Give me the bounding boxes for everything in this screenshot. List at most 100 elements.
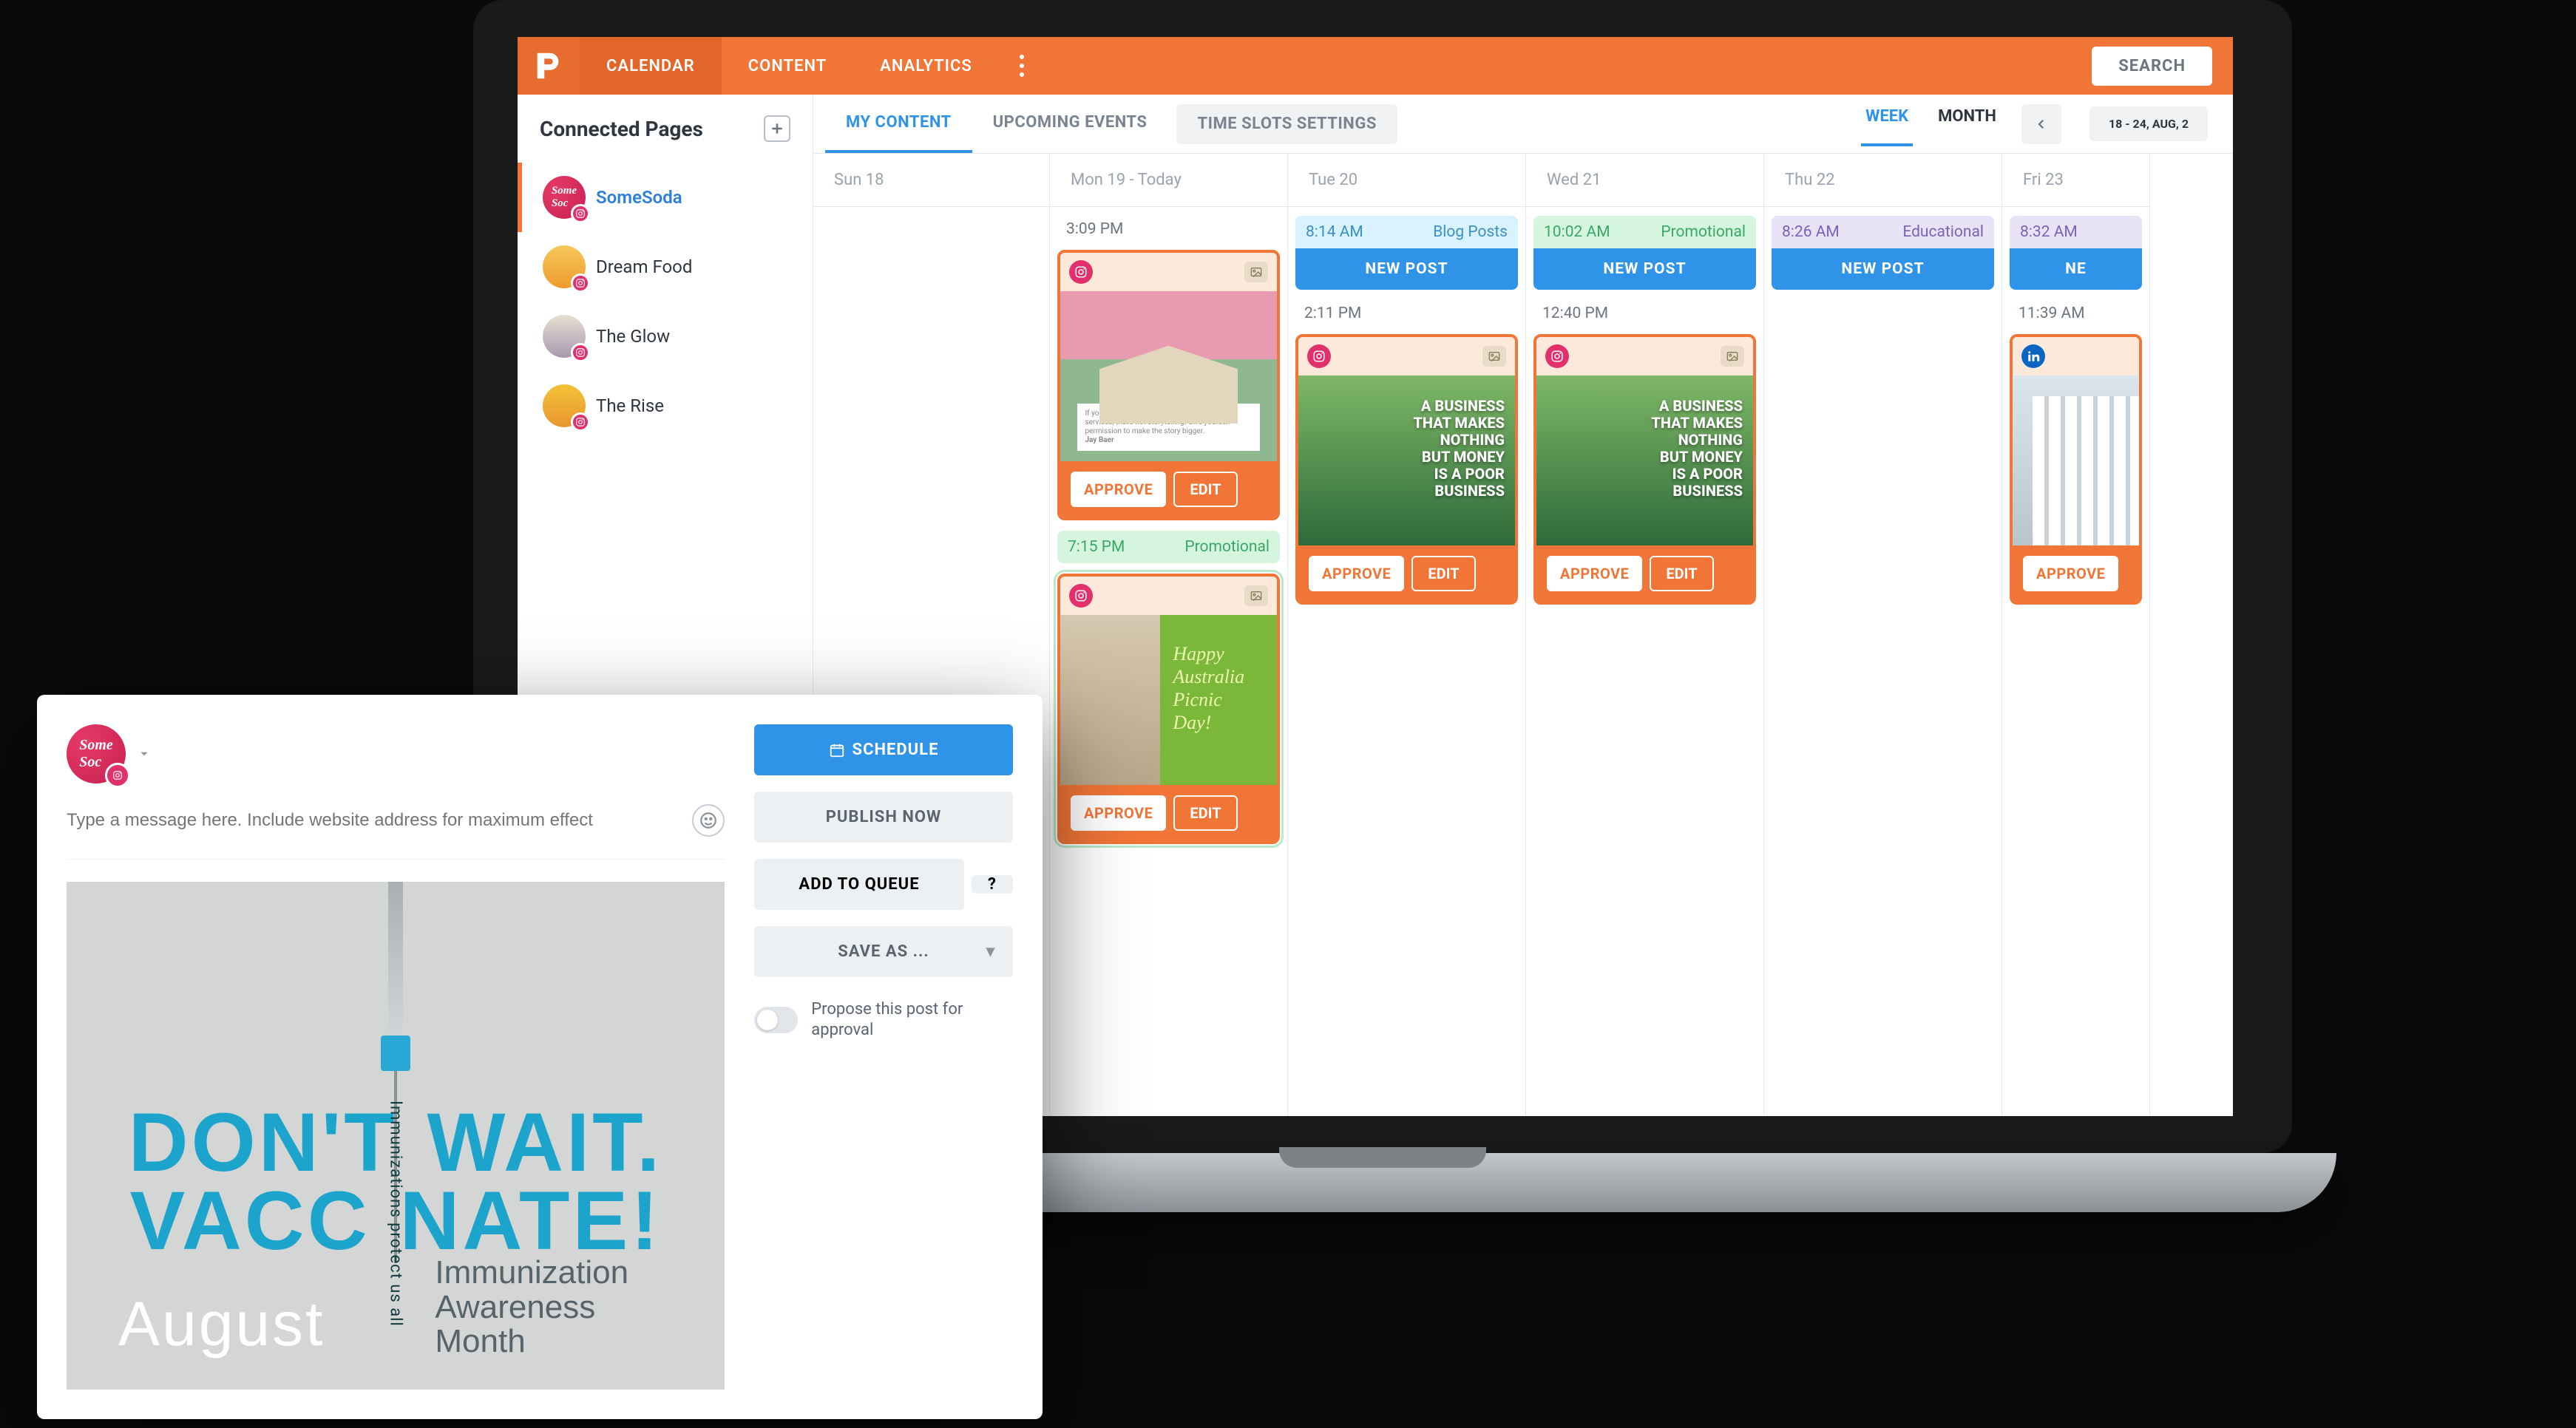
prev-week-button[interactable] <box>2021 104 2061 144</box>
post-time: 12:40 PM <box>1533 300 1756 324</box>
sidebar-page-dreamfood[interactable]: Dream Food <box>518 232 813 302</box>
nav-more-icon[interactable] <box>999 37 1045 95</box>
publish-now-button[interactable]: PUBLISH NOW <box>754 792 1013 843</box>
instagram-icon <box>1069 584 1093 608</box>
sidebar-page-theglow[interactable]: The Glow <box>518 302 813 371</box>
post-image: If your stories are all about your produ… <box>1060 291 1277 461</box>
compose-popup: SomeSoc DON'TWAIT. VACCNATE! Immunizatio… <box>37 695 1043 1419</box>
slot-category: Blog Posts <box>1433 223 1508 241</box>
app-logo[interactable] <box>518 37 580 95</box>
image-icon <box>1244 585 1268 606</box>
sidebar-title: Connected Pages <box>540 117 703 141</box>
slot-category: Promotional <box>1184 538 1270 556</box>
schedule-button[interactable]: SCHEDULE <box>754 724 1013 775</box>
post-caption: If your stories are all about your produ… <box>1085 409 1233 435</box>
sidebar-page-somesoda[interactable]: SomeSoc SomeSoda <box>518 163 813 232</box>
compose-preview-image[interactable]: DON'TWAIT. VACCNATE! Immunizations prote… <box>67 882 725 1390</box>
post-image: Happy Australia Picnic Day! <box>1060 615 1277 785</box>
post-author: Jay Baer <box>1085 436 1114 444</box>
edit-button[interactable]: EDIT <box>1173 795 1237 831</box>
day-header-wed: Wed 21 <box>1526 154 1763 207</box>
range-month[interactable]: MONTH <box>1933 101 2001 146</box>
post-card[interactable]: Happy Australia Picnic Day! APPROVE <box>1057 574 1280 844</box>
nav-content[interactable]: CONTENT <box>722 37 854 95</box>
image-icon <box>1721 346 1744 367</box>
post-image <box>2013 375 2139 545</box>
date-range-label[interactable]: 18 - 24, AUG, 2 <box>2089 106 2208 141</box>
linkedin-icon <box>2021 344 2045 368</box>
new-post-button[interactable]: NEW POST <box>1533 248 1756 290</box>
instagram-icon <box>1069 260 1093 284</box>
avatar[interactable]: SomeSoc <box>67 724 126 783</box>
top-nav: CALENDAR CONTENT ANALYTICS SEARCH <box>518 37 2233 95</box>
post-image: A BUSINESS THAT MAKES NOTHING BUT MONEY … <box>1536 375 1753 545</box>
avatar <box>543 315 586 358</box>
avatar <box>543 384 586 427</box>
instagram-icon <box>571 204 590 223</box>
slot-time: 8:14 AM <box>1306 223 1363 241</box>
nav-calendar[interactable]: CALENDAR <box>580 37 722 95</box>
month-text: August <box>118 1288 325 1360</box>
day-header-sun: Sun 18 <box>813 154 1049 207</box>
avatar <box>543 245 586 288</box>
post-time: 11:39 AM <box>2010 300 2142 324</box>
syringe-graphic <box>375 882 416 1104</box>
post-overlay-text: A BUSINESS THAT MAKES NOTHING BUT MONEY … <box>1413 398 1505 500</box>
post-card[interactable]: A BUSINESS THAT MAKES NOTHING BUT MONEY … <box>1533 334 1756 605</box>
post-overlay-text: A BUSINESS THAT MAKES NOTHING BUT MONEY … <box>1651 398 1743 500</box>
slot-time: 8:32 AM <box>2020 223 2078 241</box>
new-post-button[interactable]: NE <box>2010 248 2142 290</box>
chevron-down-icon[interactable] <box>138 747 151 761</box>
range-week[interactable]: WEEK <box>1861 101 1913 146</box>
day-header-mon: Mon 19 - Today <box>1050 154 1287 207</box>
add-page-button[interactable] <box>764 115 790 142</box>
search-button[interactable]: SEARCH <box>2092 47 2212 86</box>
image-icon <box>1244 262 1268 282</box>
sidebar-page-label: SomeSoda <box>596 187 682 208</box>
nav-analytics[interactable]: ANALYTICS <box>853 37 999 95</box>
approve-button[interactable]: APPROVE <box>1547 556 1642 591</box>
subtitle-text: Immunization Awareness Month <box>435 1256 628 1359</box>
propose-toggle[interactable] <box>754 1007 798 1033</box>
queue-help-button[interactable]: ? <box>972 875 1013 894</box>
post-card[interactable]: A BUSINESS THAT MAKES NOTHING BUT MONEY … <box>1295 334 1518 605</box>
slot-time: 10:02 AM <box>1544 223 1610 241</box>
edit-button[interactable]: EDIT <box>1173 472 1237 507</box>
content-tabs: MY CONTENT UPCOMING EVENTS TIME SLOTS SE… <box>813 95 2233 154</box>
edit-button[interactable]: EDIT <box>1650 556 1713 591</box>
emoji-button[interactable] <box>692 804 725 837</box>
add-to-queue-button[interactable]: ADD TO QUEUE <box>754 859 964 910</box>
avatar: SomeSoc <box>543 176 586 219</box>
tab-upcoming-events[interactable]: UPCOMING EVENTS <box>972 95 1168 153</box>
save-as-label: SAVE AS ... <box>838 942 929 961</box>
instagram-icon <box>571 412 590 432</box>
day-header-fri: Fri 23 <box>2002 154 2149 207</box>
new-post-button[interactable]: NEW POST <box>1295 248 1518 290</box>
post-card[interactable]: APPROVE <box>2010 334 2142 605</box>
approve-button[interactable]: APPROVE <box>2023 556 2118 591</box>
approve-button[interactable]: APPROVE <box>1309 556 1404 591</box>
instagram-icon <box>1307 344 1331 368</box>
sidebar-page-label: The Glow <box>596 326 670 347</box>
slot-category: Promotional <box>1661 223 1746 241</box>
schedule-label: SCHEDULE <box>853 741 939 759</box>
post-time: 7:15 PM <box>1068 538 1125 556</box>
new-post-button[interactable]: NEW POST <box>1772 248 1994 290</box>
calendar-icon <box>829 742 845 758</box>
sidebar-page-label: Dream Food <box>596 256 692 277</box>
message-input[interactable] <box>67 810 680 831</box>
instagram-icon <box>571 273 590 293</box>
post-overlay-text: Happy Australia Picnic Day! <box>1173 642 1244 735</box>
day-header-thu: Thu 22 <box>1764 154 2002 207</box>
add-to-queue-row: ADD TO QUEUE ? <box>754 859 1013 910</box>
save-as-button[interactable]: SAVE AS ... ▾ <box>754 926 1013 977</box>
approve-button[interactable]: APPROVE <box>1071 472 1166 507</box>
tab-time-slots-settings[interactable]: TIME SLOTS SETTINGS <box>1176 104 1397 144</box>
approve-button[interactable]: APPROVE <box>1071 795 1166 831</box>
tab-my-content[interactable]: MY CONTENT <box>825 95 972 153</box>
instagram-icon <box>105 763 130 788</box>
post-card[interactable]: If your stories are all about your produ… <box>1057 250 1280 520</box>
post-time: 3:09 PM <box>1057 216 1280 239</box>
sidebar-page-therise[interactable]: The Rise <box>518 371 813 441</box>
edit-button[interactable]: EDIT <box>1411 556 1475 591</box>
